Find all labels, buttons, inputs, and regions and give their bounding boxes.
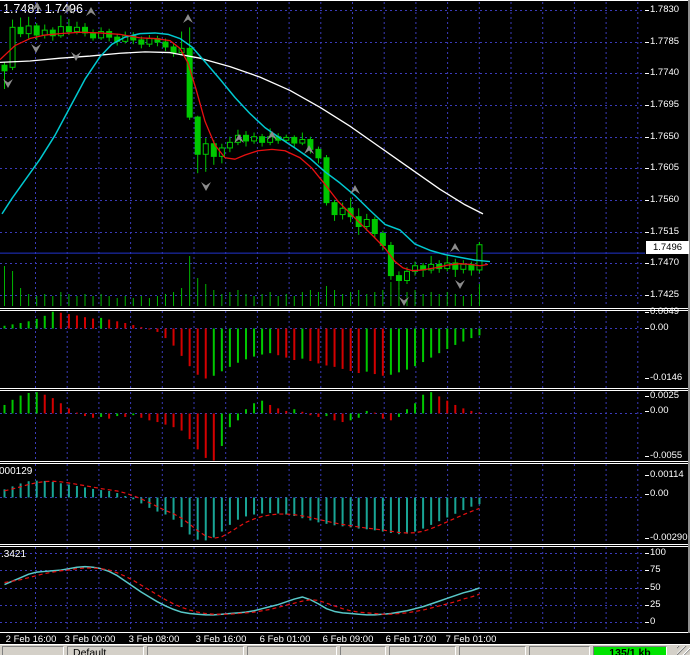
indicator-panel-2[interactable] <box>3 392 481 461</box>
indicator-panel-1[interactable] <box>3 311 481 379</box>
profile-button[interactable]: Default <box>67 646 144 655</box>
status-segment <box>340 646 386 655</box>
status-segment <box>529 646 590 655</box>
status-segment <box>2 646 64 655</box>
status-segment <box>247 646 337 655</box>
status-bar: Default 135/1 kb <box>0 644 690 655</box>
trading-terminal-window: 1.7481 1.7496 1.7830 1.7785 1.7740 1.7695 1.… <box>0 0 690 655</box>
time-axis[interactable] <box>0 633 690 644</box>
resize-grip-icon[interactable] <box>677 646 690 655</box>
status-segment <box>147 646 244 655</box>
status-segment <box>459 646 526 655</box>
stochastic-panel[interactable] <box>4 565 480 616</box>
current-price-box: 1.7496 <box>646 241 689 254</box>
stochastic-value-label: .3421 <box>1 549 27 560</box>
grid-layer[interactable] <box>0 2 645 630</box>
macd-value-label: 000129 <box>0 466 33 477</box>
main-chart-panel[interactable] <box>0 2 645 306</box>
traffic-indicator: 135/1 kb <box>593 646 667 655</box>
status-segment <box>389 646 456 655</box>
chart-canvas[interactable] <box>0 0 690 633</box>
macd-panel[interactable] <box>3 480 481 541</box>
frame-layer[interactable] <box>0 0 690 633</box>
